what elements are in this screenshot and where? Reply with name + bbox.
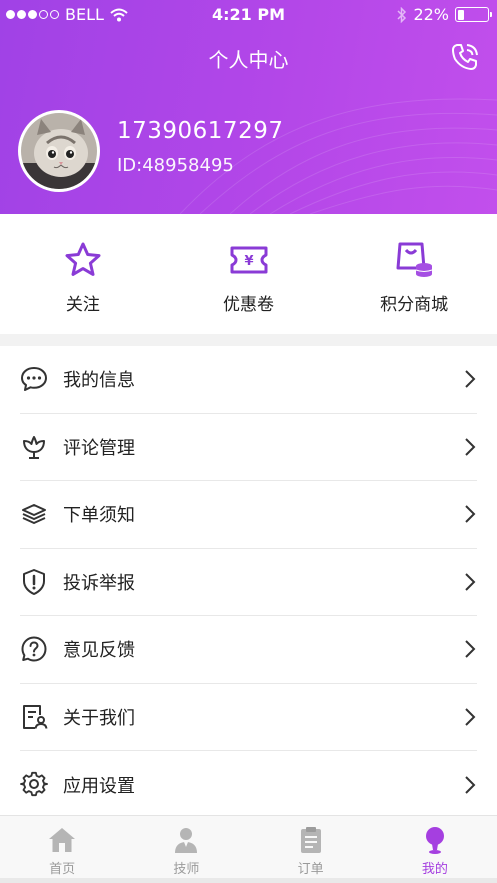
points-mall-icon [396, 242, 433, 277]
profile-header: BELL 4:21 PM 22% 个人中心 17390617297 ID:489… [0, 0, 497, 214]
chevron-right-icon [465, 438, 476, 456]
chat-bubble-icon [21, 367, 47, 392]
cat-avatar-image [21, 113, 97, 189]
quick-actions: 关注 ¥ 优惠卷 积分商城 [0, 214, 497, 334]
menu-item-complaint[interactable]: 投诉举报 [20, 549, 477, 616]
battery-percent: 22% [413, 5, 449, 24]
avatar[interactable] [18, 110, 100, 192]
coupon-icon: ¥ [230, 246, 267, 274]
quick-action-label: 关注 [65, 295, 100, 315]
menu-item-app-settings[interactable]: 应用设置 [20, 751, 477, 819]
tab-technician[interactable]: 技师 [124, 816, 248, 883]
menu-item-label: 意见反馈 [63, 640, 135, 662]
menu-item-label: 评论管理 [63, 437, 135, 459]
tab-label: 订单 [297, 862, 324, 877]
quick-action-follow[interactable]: 关注 [0, 214, 166, 334]
quick-action-points-mall[interactable]: 积分商城 [331, 214, 497, 334]
layers-icon [22, 504, 46, 525]
home-icon [49, 828, 76, 852]
menu-item-about-us[interactable]: 关于我们 [20, 684, 477, 751]
tab-mine[interactable]: 我的 [373, 816, 497, 883]
menu-item-label: 应用设置 [63, 775, 135, 797]
bluetooth-icon [397, 6, 407, 23]
svg-text:¥: ¥ [244, 254, 253, 269]
phone-icon[interactable] [450, 42, 480, 72]
star-icon [65, 242, 101, 276]
menu-item-label: 关于我们 [63, 707, 135, 729]
section-divider [0, 334, 497, 346]
page-title: 个人中心 [208, 48, 289, 72]
menu-item-label: 投诉举报 [63, 572, 135, 594]
quick-action-label: 优惠卷 [223, 295, 274, 315]
home-indicator-strip [0, 878, 497, 883]
chevron-right-icon [465, 640, 476, 658]
clipboard-icon [300, 827, 321, 853]
tab-label: 我的 [421, 862, 448, 877]
chevron-right-icon [465, 573, 476, 591]
menu-item-label: 我的信息 [63, 370, 135, 392]
bottom-tab-bar: 首页 技师 订单 我的 [0, 815, 497, 883]
menu-item-comments[interactable]: 评论管理 [20, 414, 477, 481]
menu-item-my-info[interactable]: 我的信息 [20, 346, 477, 414]
menu-item-label: 下单须知 [63, 505, 135, 527]
tab-label: 首页 [49, 862, 76, 877]
tab-home[interactable]: 首页 [0, 816, 124, 883]
chevron-right-icon [465, 708, 476, 726]
chevron-right-icon [465, 776, 476, 794]
gear-icon [20, 771, 48, 796]
user-phone-number: 17390617297 [117, 118, 284, 144]
quick-action-coupon[interactable]: ¥ 优惠卷 [166, 214, 332, 334]
user-id: ID:48958495 [117, 155, 234, 176]
chevron-right-icon [465, 505, 476, 523]
settings-menu: 我的信息 评论管理 下单须知 投诉举报 意见反馈 关于我们 应用设置 [0, 346, 497, 819]
user-icon [425, 827, 444, 854]
battery-icon [455, 7, 492, 22]
document-user-icon [23, 704, 48, 729]
menu-item-feedback[interactable]: 意见反馈 [20, 616, 477, 684]
question-bubble-icon [21, 636, 47, 662]
tab-orders[interactable]: 订单 [249, 816, 373, 883]
flower-icon [23, 435, 45, 459]
tab-label: 技师 [173, 862, 200, 877]
shield-alert-icon [23, 568, 45, 595]
menu-item-order-notice[interactable]: 下单须知 [20, 481, 477, 549]
status-bar: BELL 4:21 PM 22% [0, 0, 497, 30]
quick-action-label: 积分商城 [380, 295, 449, 315]
technician-icon [175, 828, 198, 853]
chevron-right-icon [465, 370, 476, 388]
